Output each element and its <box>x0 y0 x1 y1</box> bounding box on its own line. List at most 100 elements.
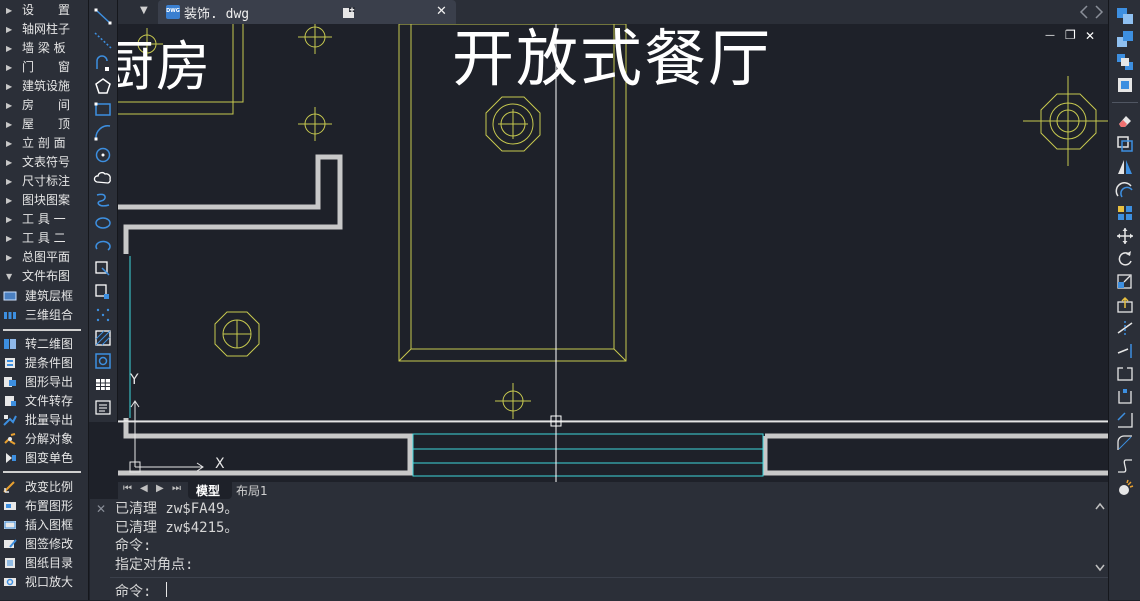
region-icon[interactable] <box>93 351 113 371</box>
pendant-lamp-2 <box>214 311 260 357</box>
menu-item-rooms[interactable]: ▶ 房 间 <box>0 96 88 115</box>
menu-expand-arrow: ▶ <box>6 44 13 53</box>
menu-item-viewport-zoom[interactable]: 视口放大 <box>0 573 88 592</box>
drawing-canvas[interactable]: 厨房 开放式餐厅 X Y — ❐ ✕ <box>118 24 1108 482</box>
menu-expand-arrow: ▶ <box>6 215 13 224</box>
fillet-icon[interactable] <box>1115 433 1135 453</box>
menu-item-batch-export[interactable]: 批量导出 <box>0 411 88 430</box>
revision-cloud-icon[interactable] <box>93 168 113 188</box>
scale-icon[interactable] <box>1115 272 1135 292</box>
viewport-restore-icon[interactable]: ❐ <box>1065 28 1076 42</box>
tab-scroll-left-icon[interactable] <box>1078 4 1090 20</box>
join-icon[interactable] <box>1115 387 1135 407</box>
menu-item-drawing-catalog[interactable]: 图纸目录 <box>0 554 88 573</box>
menu-expand-arrow: ▶ <box>6 196 13 205</box>
menu-item-axis-column[interactable]: ▶ 轴网柱子 <box>0 20 88 39</box>
command-input-caret[interactable] <box>166 582 167 597</box>
menu-item-dimension[interactable]: ▶ 尺寸标注 <box>0 172 88 191</box>
draw-order-icon[interactable] <box>1115 6 1135 26</box>
menu-item-file-save-as[interactable]: 文件转存 <box>0 392 88 411</box>
move-icon[interactable] <box>1115 226 1135 246</box>
menu-item-tools-two[interactable]: ▶ 工 具 二 <box>0 229 88 248</box>
command-panel-close-icon[interactable]: ✕ <box>96 502 106 516</box>
menu-item-title-block-edit[interactable]: 图签修改 <box>0 535 88 554</box>
ellipse-icon[interactable] <box>93 213 113 233</box>
menu-item-condition-drawing[interactable]: 提条件图 <box>0 354 88 373</box>
stretch-icon[interactable] <box>1115 295 1135 315</box>
menu-item-insert-frame[interactable]: 插入图框 <box>0 516 88 535</box>
draw-toolbar <box>89 0 118 422</box>
arc-icon[interactable] <box>93 122 113 142</box>
spline-icon[interactable] <box>93 190 113 210</box>
menu-item-explode-object[interactable]: 分解对象 <box>0 430 88 449</box>
menu-separator <box>3 471 81 473</box>
polyline-icon[interactable] <box>93 53 113 73</box>
menu-item-site-plan[interactable]: ▶ 总图平面 <box>0 248 88 267</box>
trim-icon[interactable] <box>1115 318 1135 338</box>
menu-expand-arrow: ▶ <box>6 63 13 72</box>
menu-item-text-table-symbol[interactable]: ▶ 文表符号 <box>0 153 88 172</box>
menu-item-elevation-section[interactable]: ▶ 立 剖 面 <box>0 134 88 153</box>
point-icon[interactable] <box>93 305 113 325</box>
copy-icon[interactable] <box>1115 134 1135 154</box>
bring-front-icon[interactable] <box>1115 29 1135 49</box>
menu-item-change-scale[interactable]: 改变比例 <box>0 478 88 497</box>
menu-item-file-layout[interactable]: ▼ 文件布图 <box>0 267 88 286</box>
menu-item-door-window[interactable]: ▶ 门 窗 <box>0 58 88 77</box>
menu-item-arrange-graphics[interactable]: 布置图形 <box>0 497 88 516</box>
make-block-icon[interactable] <box>93 282 113 302</box>
tab-scroll-right-icon[interactable] <box>1093 4 1105 20</box>
hatch-icon[interactable] <box>93 328 113 348</box>
construction-line-icon[interactable] <box>93 30 113 50</box>
ellipse-arc-icon[interactable] <box>93 236 113 256</box>
scroll-up-icon[interactable] <box>1094 501 1106 511</box>
menu-item-building-facilities[interactable]: ▶ 建筑设施 <box>0 77 88 96</box>
send-back-icon[interactable] <box>1115 52 1135 72</box>
chamfer-icon[interactable] <box>1115 410 1135 430</box>
tab-list-arrow[interactable]: ▼ <box>140 5 148 16</box>
layout-prev-icon[interactable]: ◀ <box>140 483 148 494</box>
menu-item-wall-beam-slab[interactable]: ▶ 墙 梁 板 <box>0 39 88 58</box>
array-icon[interactable] <box>1115 203 1135 223</box>
menu-item-tools-one[interactable]: ▶ 工 具 一 <box>0 210 88 229</box>
menu-item-monochrome[interactable]: 图变单色 <box>0 449 88 468</box>
menu-item-3d-combine[interactable]: 三维组合 <box>0 306 88 325</box>
circle-icon[interactable] <box>93 145 113 165</box>
menu-item-roof[interactable]: ▶ 屋 顶 <box>0 115 88 134</box>
tab-model[interactable]: 模型 <box>188 482 232 499</box>
command-input-row[interactable]: 命令: <box>110 577 1108 601</box>
erase-icon[interactable] <box>1115 111 1135 131</box>
break-icon[interactable] <box>1115 364 1135 384</box>
layout-last-icon[interactable]: ⏭ <box>172 483 181 494</box>
table-icon[interactable] <box>93 374 113 394</box>
rectangle-icon[interactable] <box>93 99 113 119</box>
window-opening <box>129 256 764 477</box>
multiline-text-icon[interactable] <box>93 397 113 417</box>
menu-item-block-pattern[interactable]: ▶ 图块图案 <box>0 191 88 210</box>
extend-icon[interactable] <box>1115 341 1135 361</box>
tab-close-icon[interactable]: ✕ <box>436 4 447 19</box>
menu-item-convert-2d[interactable]: 转二维图 <box>0 335 88 354</box>
offset-icon[interactable] <box>1115 180 1135 200</box>
insert-block-icon[interactable] <box>93 259 113 279</box>
layout-next-icon[interactable]: ▶ <box>156 483 164 494</box>
menu-item-settings[interactable]: ▶ 设 置 <box>0 1 88 20</box>
viewport-minimize-icon[interactable]: — <box>1045 30 1055 41</box>
tab-file-decoration-dwg[interactable]: DWG 装饰. dwg ✕ <box>158 0 456 24</box>
viewport-close-icon[interactable]: ✕ <box>1085 29 1095 43</box>
menu-item-building-floor-frame[interactable]: 建筑层框 <box>0 287 88 306</box>
mirror-icon[interactable] <box>1115 157 1135 177</box>
command-scrollbar[interactable] <box>1123 499 1137 577</box>
polygon-icon[interactable] <box>93 76 113 96</box>
explode-icon[interactable] <box>1115 479 1135 499</box>
scroll-down-icon[interactable] <box>1094 563 1106 573</box>
rotate-icon[interactable] <box>1115 249 1135 269</box>
line-icon[interactable] <box>93 6 113 26</box>
tab-layout1[interactable]: 布局1 <box>234 482 278 499</box>
pendant-lamp-3 <box>1023 76 1108 166</box>
blend-curves-icon[interactable] <box>1115 456 1135 476</box>
new-tab-icon[interactable] <box>342 6 356 20</box>
group-order-icon[interactable] <box>1115 75 1135 95</box>
layout-first-icon[interactable]: ⏮ <box>123 483 132 494</box>
menu-item-export-graphics[interactable]: 图形导出 <box>0 373 88 392</box>
